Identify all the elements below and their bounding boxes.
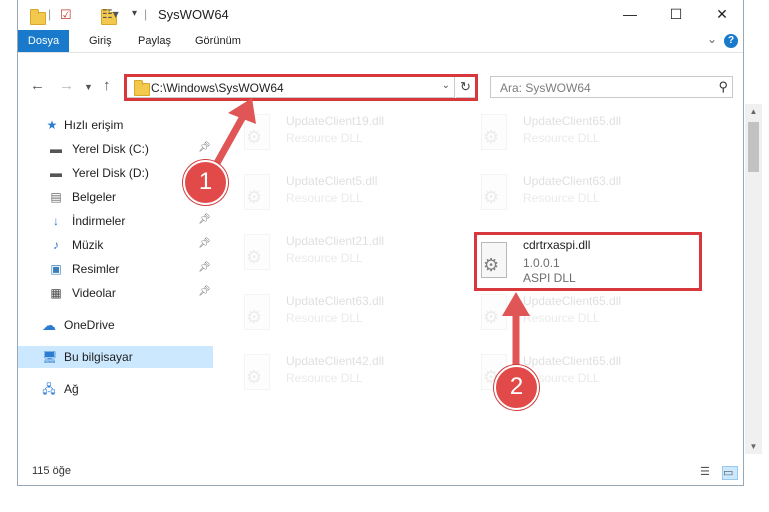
- arrow-2-head: [502, 292, 530, 316]
- annotation-arrows: [208, 98, 530, 372]
- step-badge-2: 2: [494, 365, 539, 410]
- step-badge-1: 1: [183, 160, 228, 205]
